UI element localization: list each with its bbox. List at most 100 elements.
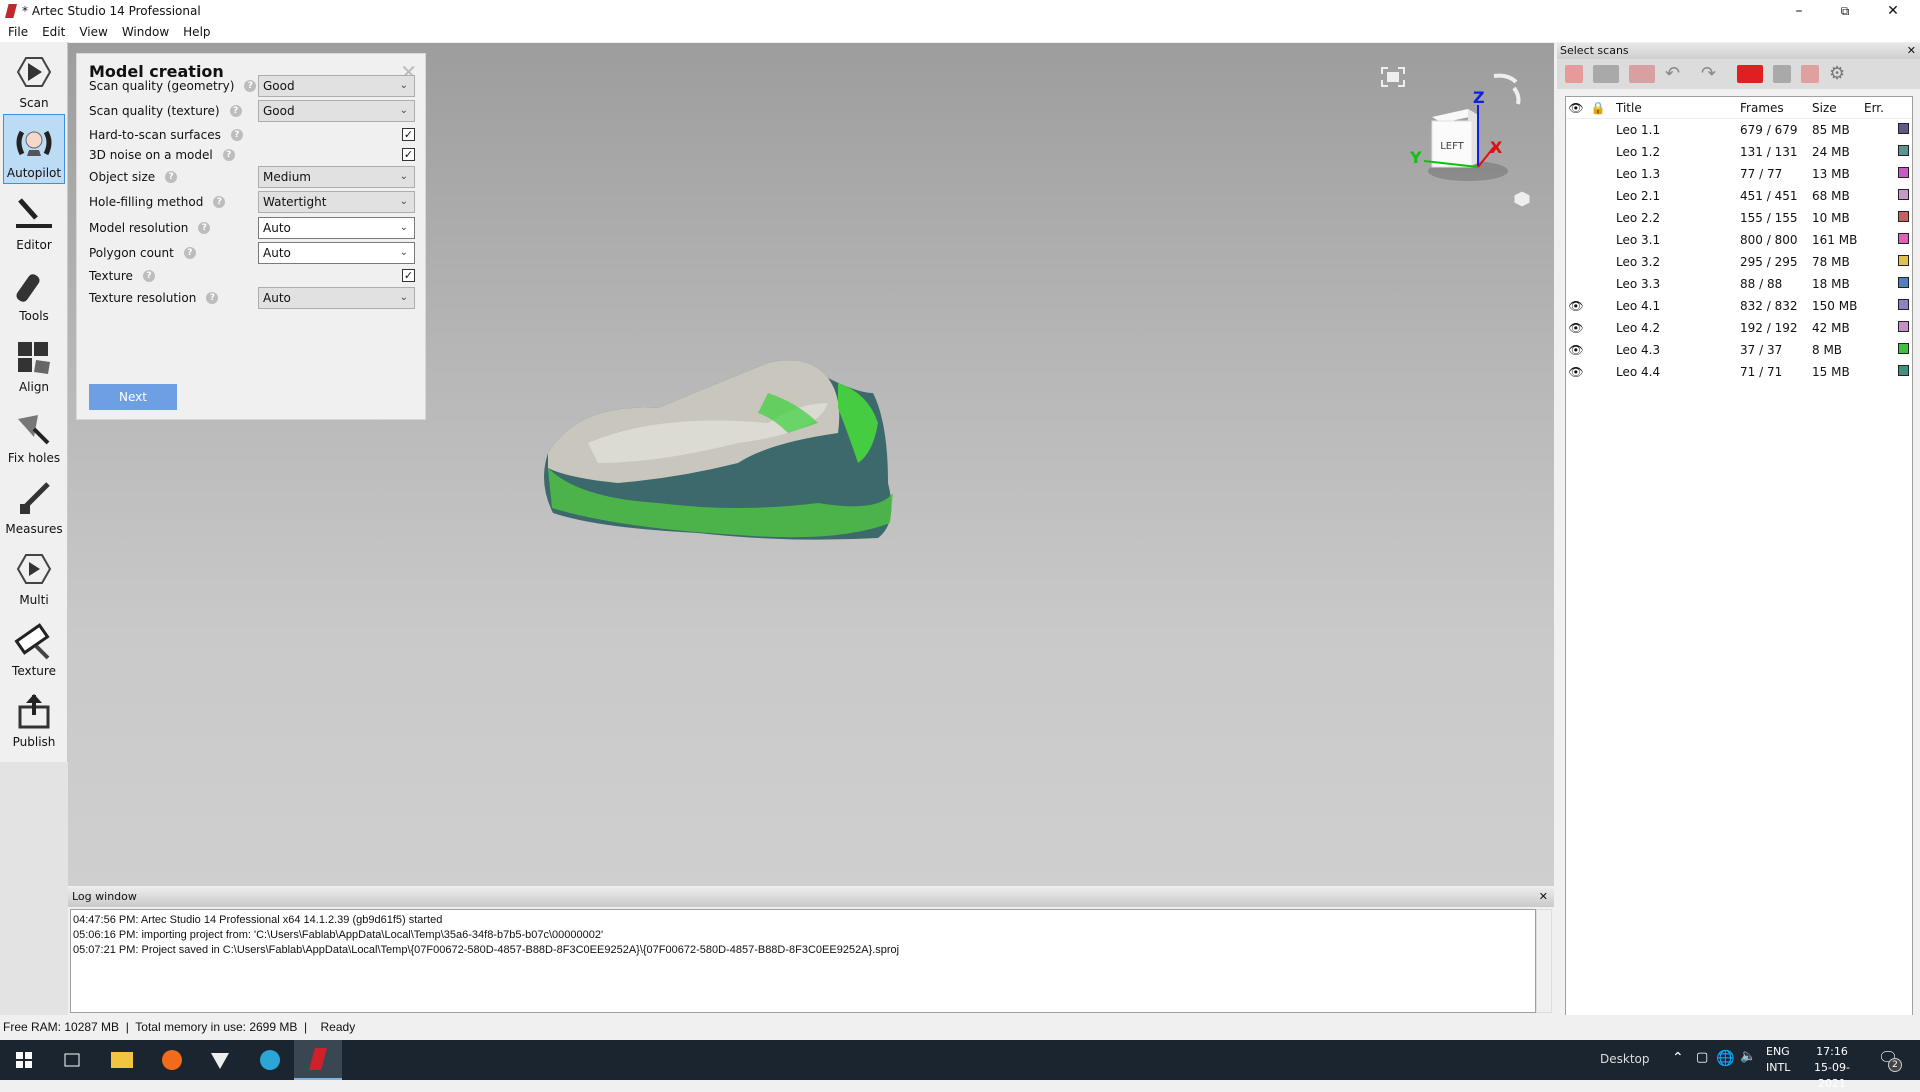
menu-view[interactable]: View [79,25,107,39]
scan-color-swatch[interactable] [1898,189,1909,200]
select-all-icon[interactable] [1737,65,1763,83]
eye-icon[interactable]: 👁 [1566,299,1586,313]
tool-scan[interactable]: Scan [3,43,65,113]
tool-publish[interactable]: Publish [3,682,65,752]
field-select[interactable]: Good ⌄ [258,100,415,122]
delete-icon[interactable] [1801,65,1819,83]
table-row[interactable]: Leo 2.1 451 / 451 68 MB [1566,185,1912,207]
visibility-column-icon[interactable]: 👁 [1566,101,1586,115]
field-select[interactable]: Auto ⌄ [258,287,415,309]
table-row[interactable]: Leo 1.2 131 / 131 24 MB [1566,141,1912,163]
menu-window[interactable]: Window [122,25,169,39]
table-row[interactable]: Leo 2.2 155 / 155 10 MB [1566,207,1912,229]
help-icon[interactable]: ? [213,196,226,208]
scan-color-swatch[interactable] [1898,255,1909,266]
scan-color-swatch[interactable] [1898,365,1909,376]
clock[interactable]: 17:16 15-09-2021 [1802,1044,1862,1092]
close-button[interactable]: ✕ [1870,0,1916,22]
file-explorer-icon[interactable] [98,1040,146,1080]
help-icon[interactable]: ? [198,222,211,234]
field-checkbox[interactable]: ✓ [402,148,415,161]
table-row[interactable]: Leo 1.3 77 / 77 13 MB [1566,163,1912,185]
tool-align[interactable]: Align [3,327,65,397]
log-scrollbar[interactable] [1536,909,1552,1013]
notification-center-icon[interactable]: 🗨 2 [1878,1048,1902,1072]
navigation-cube[interactable]: LEFT Z Y X [1409,88,1508,181]
rotate-arrows-icon[interactable] [1493,73,1521,105]
help-icon[interactable]: ? [244,80,257,92]
field-checkbox[interactable]: ✓ [402,269,415,282]
undo-icon[interactable]: ↶ [1665,65,1691,83]
start-button[interactable] [0,1040,48,1080]
language-indicator[interactable]: ENG INTL [1766,1044,1790,1076]
menu-file[interactable]: File [8,25,28,39]
eye-icon[interactable]: 👁 [1566,343,1586,357]
desktop-toolbar[interactable]: Desktop [1600,1052,1650,1066]
tool-texture[interactable]: Texture [3,611,65,681]
log-close-icon[interactable]: ✕ [1539,887,1548,907]
col-err[interactable]: Err. [1864,101,1898,115]
help-icon[interactable]: ? [222,149,235,161]
restore-button[interactable]: ⧉ [1822,0,1868,22]
field-checkbox[interactable]: ✓ [402,128,415,141]
duplicate-icon[interactable] [1773,65,1791,83]
firefox-icon[interactable] [148,1040,196,1080]
redo-icon[interactable]: ↷ [1701,65,1727,83]
col-title[interactable]: Title [1610,101,1740,115]
meet-now-icon[interactable]: ▢ [1696,1050,1708,1065]
scan-color-swatch[interactable] [1898,343,1909,354]
fit-view-icon[interactable] [1381,67,1405,87]
tool-tools[interactable]: Tools [3,256,65,326]
tool-multi[interactable]: Multi [3,540,65,610]
artec-studio-taskbar-icon[interactable] [294,1040,342,1080]
table-row[interactable]: Leo 3.2 295 / 295 78 MB [1566,251,1912,273]
scan-color-swatch[interactable] [1898,167,1909,178]
scan-color-swatch[interactable] [1898,277,1909,288]
table-row[interactable]: 👁 Leo 4.3 37 / 37 8 MB [1566,339,1912,361]
task-view-icon[interactable] [48,1040,96,1080]
menu-edit[interactable]: Edit [42,25,65,39]
table-row[interactable]: Leo 1.1 679 / 679 85 MB [1566,119,1912,141]
import-icon[interactable] [1629,65,1655,83]
field-select[interactable]: Auto ⌄ [258,242,415,264]
tool-editor[interactable]: Editor [3,185,65,255]
minimize-button[interactable]: – [1776,0,1822,22]
col-size[interactable]: Size [1812,101,1864,115]
lock-column-icon[interactable]: 🔒 [1586,101,1610,115]
help-icon[interactable]: ? [206,292,219,304]
settings-gear-icon[interactable]: ⚙ [1829,65,1847,83]
view-mode-cube-icon[interactable] [1513,190,1531,208]
scan-color-swatch[interactable] [1898,321,1909,332]
scan-color-swatch[interactable] [1898,299,1909,310]
field-select[interactable]: Good ⌄ [258,75,415,97]
tool-fix-holes[interactable]: Fix holes [3,398,65,468]
help-icon[interactable]: ? [183,247,196,259]
add-scan-icon[interactable] [1565,65,1583,83]
field-select[interactable]: Medium ⌄ [258,166,415,188]
table-row[interactable]: 👁 Leo 4.2 192 / 192 42 MB [1566,317,1912,339]
field-select[interactable]: Watertight ⌄ [258,191,415,213]
scan-color-swatch[interactable] [1898,211,1909,222]
next-button[interactable]: Next [89,384,177,410]
tool-autopilot[interactable]: Autopilot [3,114,65,184]
scan-color-swatch[interactable] [1898,145,1909,156]
inkscape-icon[interactable] [196,1040,244,1080]
scans-panel-close-icon[interactable]: ✕ [1907,43,1916,59]
help-icon[interactable]: ? [165,171,178,183]
scan-color-swatch[interactable] [1898,123,1909,134]
tool-measures[interactable]: Measures [3,469,65,539]
col-frames[interactable]: Frames [1740,101,1812,115]
edge-icon[interactable] [246,1040,294,1080]
network-icon[interactable]: 🌐 [1716,1049,1735,1067]
table-row[interactable]: Leo 3.1 800 / 800 161 MB [1566,229,1912,251]
help-icon[interactable]: ? [142,270,155,282]
show-hidden-icons[interactable]: ⌃ [1672,1050,1684,1066]
eye-icon[interactable]: 👁 [1566,321,1586,335]
3d-viewport[interactable]: LEFT Z Y X Model creation ✕ Scan quality… [68,43,1554,886]
table-row[interactable]: 👁 Leo 4.4 71 / 71 15 MB [1566,361,1912,383]
help-icon[interactable]: ? [230,129,243,141]
help-icon[interactable]: ? [229,105,242,117]
table-row[interactable]: 👁 Leo 4.1 832 / 832 150 MB [1566,295,1912,317]
volume-icon[interactable]: 🔈 [1740,1049,1756,1064]
open-folder-icon[interactable] [1593,65,1619,83]
